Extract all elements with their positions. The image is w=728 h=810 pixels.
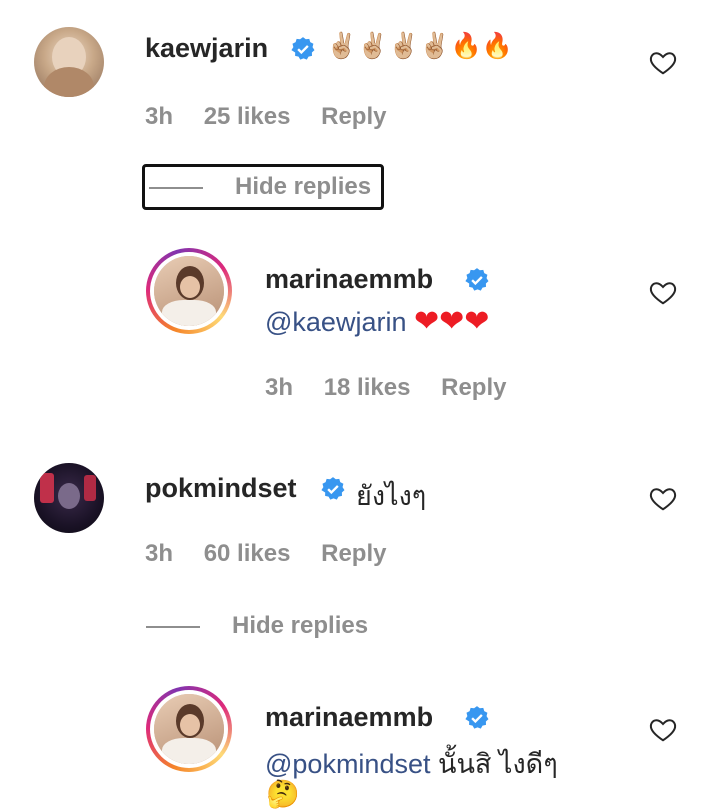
- thinking-emoji: 🤔: [266, 779, 300, 809]
- comment-time: 3h: [145, 103, 174, 130]
- likes-count[interactable]: 18 likes: [324, 374, 411, 402]
- comment-meta: 3h 60 likes Reply: [145, 540, 410, 568]
- verified-badge-icon: [465, 706, 489, 729]
- avatar: [154, 256, 224, 326]
- likes-count[interactable]: 60 likes: [204, 540, 291, 568]
- reply-text: @kaewjarin ❤❤❤: [265, 304, 489, 339]
- reply-meta: 3h 18 likes Reply: [265, 374, 530, 402]
- hide-replies-label: Hide replies: [235, 173, 372, 200]
- reply-button[interactable]: Reply: [321, 540, 386, 568]
- avatar: [154, 694, 224, 764]
- avatar[interactable]: [34, 27, 104, 97]
- comment-text: ยังไงๆ: [356, 481, 427, 511]
- divider-line: [149, 187, 203, 189]
- comment-time: 3h: [145, 540, 174, 567]
- reply-username[interactable]: marinaemmb: [265, 264, 433, 295]
- mention-link[interactable]: @kaewjarin: [265, 307, 406, 337]
- comment-meta: 3h 25 likes Reply: [145, 103, 410, 131]
- reply-button[interactable]: Reply: [321, 103, 386, 131]
- avatar[interactable]: [34, 463, 104, 533]
- verified-badge-icon: [321, 477, 345, 500]
- reply-time: 3h: [265, 374, 294, 401]
- verified-badge-icon: [465, 268, 489, 291]
- like-heart-icon[interactable]: [648, 483, 678, 513]
- hide-replies-button[interactable]: Hide replies: [142, 606, 378, 646]
- mention-link[interactable]: @pokmindset: [265, 749, 430, 779]
- reply-button[interactable]: Reply: [441, 374, 506, 402]
- divider-line: [146, 626, 200, 628]
- verified-badge-icon: [291, 37, 315, 60]
- story-ring[interactable]: [146, 248, 232, 334]
- reply-username[interactable]: marinaemmb: [265, 702, 433, 733]
- comment-username[interactable]: kaewjarin: [145, 33, 268, 64]
- like-heart-icon[interactable]: [648, 47, 678, 77]
- hide-replies-button[interactable]: Hide replies: [142, 164, 384, 210]
- likes-count[interactable]: 25 likes: [204, 103, 291, 131]
- comment-username[interactable]: pokmindset: [145, 473, 297, 504]
- heart-emoji-text: ❤❤❤: [413, 305, 490, 338]
- reply-body-text: นั้นสิ ไงดีๆ: [438, 749, 558, 779]
- story-ring[interactable]: [146, 686, 232, 772]
- comment-text: ✌🏼✌🏼✌🏼✌🏼🔥🔥: [326, 32, 513, 60]
- reply-text: @pokmindset นั้นสิ ไงดีๆ: [265, 742, 558, 785]
- like-heart-icon[interactable]: [648, 277, 678, 307]
- like-heart-icon[interactable]: [648, 714, 678, 744]
- hide-replies-label: Hide replies: [232, 612, 369, 639]
